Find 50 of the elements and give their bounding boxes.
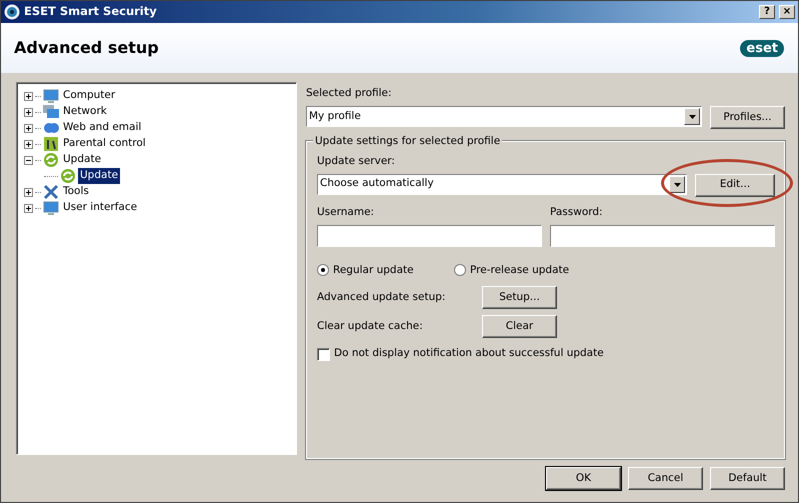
radio-label: Regular update [333, 262, 414, 278]
logo: eset [740, 40, 784, 57]
expand-icon[interactable] [24, 204, 33, 213]
collapse-icon[interactable] [24, 156, 33, 165]
tree-item[interactable]: Update [78, 168, 120, 184]
radio-button[interactable] [454, 264, 466, 276]
radio-button[interactable] [317, 264, 329, 276]
update-icon [60, 168, 76, 184]
dialog-button[interactable]: Default [710, 467, 785, 490]
expand-icon[interactable] [24, 140, 33, 149]
field-label: Username: [317, 204, 376, 220]
expand-icon[interactable] [24, 124, 33, 133]
window-title: ESET Smart Security [24, 3, 158, 20]
tree-item[interactable]: Update [61, 152, 104, 168]
dialog-button[interactable]: Cancel [628, 467, 703, 490]
profiles-button[interactable]: Profiles... [710, 106, 785, 129]
expand-icon[interactable] [24, 108, 33, 117]
help-button[interactable]: ? [759, 4, 775, 19]
action-button[interactable]: Clear [482, 315, 557, 338]
field-label: Selected profile: [306, 86, 393, 102]
field-label: Update server: [317, 154, 396, 169]
expand-icon[interactable] [24, 92, 33, 101]
tree-item[interactable]: Computer [61, 88, 118, 104]
close-button[interactable]: × [779, 4, 795, 19]
password-field[interactable] [550, 224, 775, 246]
dropdown[interactable]: My profile [306, 106, 702, 127]
expand-icon[interactable] [24, 188, 33, 197]
app-icon [4, 4, 20, 20]
field-label: Advanced update setup: [317, 290, 446, 305]
checkbox[interactable] [317, 348, 330, 361]
tree-item[interactable]: Network [61, 104, 109, 120]
tree-item[interactable]: Parental control [61, 136, 148, 152]
field-label: Clear update cache: [317, 318, 424, 334]
action-button[interactable]: Setup... [482, 286, 557, 310]
tree-item[interactable]: Web and email [61, 120, 144, 136]
dropdown[interactable]: Choose automatically [317, 174, 687, 195]
monitor-icon [43, 200, 59, 216]
radio-label: Pre-release update [470, 262, 570, 278]
tools-icon [43, 184, 59, 200]
monitor-icon [43, 88, 59, 104]
dialog-button[interactable]: OK [546, 467, 621, 490]
username-field[interactable] [317, 224, 542, 246]
network-icon [43, 104, 59, 120]
update-icon [43, 152, 59, 168]
page-title: Advanced setup [14, 37, 159, 60]
tree-item[interactable]: User interface [61, 200, 140, 216]
tree-item[interactable]: Tools [61, 184, 91, 200]
checkbox-label: Do not display notification about successful update [334, 346, 604, 362]
edit-button[interactable]: Edit... [695, 174, 775, 197]
field-label: Password: [550, 204, 604, 220]
